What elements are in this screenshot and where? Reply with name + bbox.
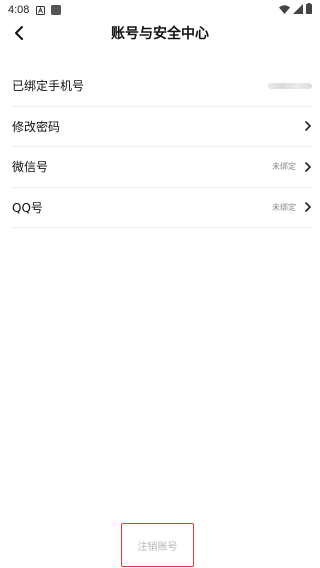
status-bar: 4:08 (0, 0, 320, 20)
row-bound-phone[interactable]: 已绑定手机号 (12, 66, 312, 107)
square-app-icon (51, 5, 62, 15)
status-time: 4:08 (8, 4, 30, 16)
settings-list: 已绑定手机号 修改密码 微信号 未绑定 QQ号 未绑定 (12, 66, 312, 228)
masked-phone-value (268, 82, 312, 89)
status-icons (279, 3, 312, 17)
chevron-right-icon (304, 161, 312, 172)
chevron-right-icon (304, 121, 312, 132)
cancel-account-highlight: 注销账号 (121, 523, 194, 567)
row-change-password[interactable]: 修改密码 (12, 107, 312, 147)
row-label: 微信号 (12, 160, 49, 175)
cancel-account-button[interactable]: 注销账号 (138, 538, 178, 553)
page-title: 账号与安全中心 (111, 26, 209, 42)
wifi-icon (279, 4, 290, 17)
battery-icon (306, 3, 312, 17)
notification-a-icon (35, 5, 45, 15)
row-label: 已绑定手机号 (12, 79, 85, 94)
row-value: 未绑定 (272, 162, 296, 172)
nav-bar: 账号与安全中心 (0, 20, 320, 46)
row-qq[interactable]: QQ号 未绑定 (12, 188, 312, 228)
row-value: 未绑定 (272, 202, 296, 212)
chevron-right-icon (304, 202, 312, 213)
row-wechat[interactable]: 微信号 未绑定 (12, 147, 312, 188)
signal-icon (293, 3, 303, 17)
row-label: 修改密码 (12, 119, 61, 134)
row-label: QQ号 (12, 200, 43, 215)
